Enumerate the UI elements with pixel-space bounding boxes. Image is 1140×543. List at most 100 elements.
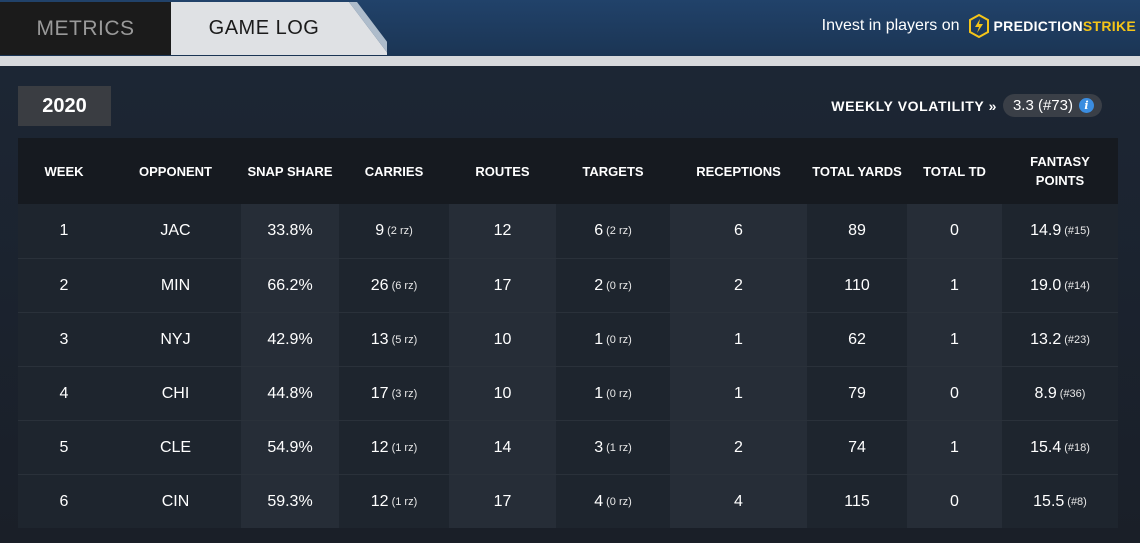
tab-game-log[interactable]: GAME LOG: [171, 2, 387, 55]
cell-fantasy-points-detail: (#15): [1064, 225, 1090, 237]
cell-snap-share-value: 33.8%: [267, 222, 313, 239]
cell-routes-value: 17: [493, 276, 512, 294]
cell-carries-value: 12: [370, 438, 389, 456]
cell-total-yards-value: 79: [848, 384, 866, 402]
cell-targets-detail: (2 rz): [606, 225, 632, 237]
info-icon[interactable]: i: [1079, 98, 1094, 113]
cell-carries-detail: (5 rz): [391, 333, 418, 346]
cell-week: 4: [18, 367, 110, 420]
cell-carries: 26 (6 rz): [339, 259, 449, 312]
cell-total-yards: 74: [807, 421, 907, 474]
table-row: 2 MIN 66.2% 26 (6 rz) 17 2 (0 rz) 2 110 1 19.0 (#14): [18, 258, 1118, 312]
cell-targets: 1 (0 rz): [556, 367, 670, 420]
cell-routes-value: 10: [493, 384, 512, 402]
cell-opponent-value: MIN: [160, 276, 191, 294]
cell-receptions: 6: [670, 204, 807, 258]
cell-receptions: 4: [670, 475, 807, 528]
cell-fantasy-points-value: 15.4: [1030, 438, 1062, 456]
promo-banner[interactable]: Invest in players on PREDICTION STRIKE: [822, 13, 1136, 39]
cell-snap-share: 54.9%: [241, 421, 339, 474]
header-targets: TARGETS: [582, 163, 644, 179]
cell-routes-value: 14: [493, 438, 512, 456]
cell-total-td-value: 0: [950, 384, 959, 402]
cell-carries-value: 26: [370, 276, 389, 294]
cell-routes-value: 12: [493, 222, 512, 239]
table-row: 5 CLE 54.9% 12 (1 rz) 14 3 (1 rz) 2 74 1 15.4 (#18): [18, 420, 1118, 474]
cell-week-value: 6: [59, 492, 69, 510]
cell-routes: 17: [449, 259, 556, 312]
cell-opponent: MIN: [110, 259, 241, 312]
brand-strike: STRIKE: [1082, 18, 1136, 34]
cell-total-yards: 89: [807, 204, 907, 258]
cell-total-td-value: 1: [950, 276, 959, 294]
cell-carries: 9 (2 rz): [339, 204, 449, 258]
cell-carries-value: 9: [375, 222, 385, 239]
cell-carries-detail: (1 rz): [391, 495, 418, 508]
cell-targets-value: 6: [594, 222, 604, 239]
cell-carries-value: 12: [370, 492, 389, 510]
cell-snap-share: 59.3%: [241, 475, 339, 528]
table-row: 3 NYJ 42.9% 13 (5 rz) 10 1 (0 rz) 1 62 1 13.2 (#23): [18, 312, 1118, 366]
header-snap-share: SNAP SHARE: [247, 163, 333, 179]
cell-total-yards: 62: [807, 313, 907, 366]
cell-fantasy-points-detail: (#18): [1064, 441, 1090, 454]
header-total-td: TOTAL TD: [923, 163, 986, 179]
cell-routes: 17: [449, 475, 556, 528]
cell-total-td: 0: [907, 475, 1002, 528]
cell-carries: 12 (1 rz): [339, 475, 449, 528]
season-year: 2020: [18, 86, 111, 126]
cell-receptions: 1: [670, 367, 807, 420]
cell-total-td-value: 0: [950, 222, 959, 239]
top-nav-bar: METRICS GAME LOG Invest in players on PR…: [0, 0, 1140, 56]
weekly-volatility: WEEKLY VOLATILITY » 3.3 (#73) i: [831, 94, 1102, 117]
cell-snap-share-value: 42.9%: [267, 330, 313, 348]
game-log-panel: 2020 WEEKLY VOLATILITY » 3.3 (#73) i WEE…: [0, 66, 1140, 543]
cell-fantasy-points-detail: (#23): [1064, 333, 1090, 346]
cell-routes: 10: [449, 367, 556, 420]
cell-fantasy-points-value: 15.5: [1033, 492, 1065, 510]
cell-total-yards-value: 62: [848, 330, 866, 348]
tab-metrics[interactable]: METRICS: [0, 2, 171, 55]
cell-receptions-value: 2: [734, 438, 743, 456]
cell-total-yards: 115: [807, 475, 907, 528]
cell-opponent-value: CIN: [161, 492, 190, 510]
cell-week-value: 2: [59, 276, 69, 294]
cell-snap-share-value: 54.9%: [267, 438, 313, 456]
table-row: 6 CIN 59.3% 12 (1 rz) 17 4 (0 rz) 4 115 0 15.5 (#8): [18, 474, 1118, 528]
cell-opponent: JAC: [110, 204, 241, 258]
cell-targets-value: 1: [594, 384, 604, 402]
cell-snap-share-value: 66.2%: [267, 276, 313, 294]
table-row: 4 CHI 44.8% 17 (3 rz) 10 1 (0 rz) 1 79 0 8.9 (#36): [18, 366, 1118, 420]
cell-total-td-value: 1: [950, 438, 959, 456]
predictionstrike-logo[interactable]: PREDICTION STRIKE: [968, 14, 1136, 38]
cell-total-td: 0: [907, 204, 1002, 258]
cell-fantasy-points-value: 19.0: [1030, 276, 1062, 294]
cell-targets-detail: (0 rz): [606, 495, 632, 508]
cell-snap-share-value: 59.3%: [267, 492, 313, 510]
cell-receptions: 1: [670, 313, 807, 366]
promo-text: Invest in players on: [821, 17, 960, 34]
cell-week-value: 1: [59, 222, 69, 239]
table-row: 1 JAC 33.8% 9 (2 rz) 12 6 (2 rz) 6 89 0 14.9 (#15): [18, 204, 1118, 258]
cell-receptions-value: 4: [734, 492, 743, 510]
cell-fantasy-points: 13.2 (#23): [1002, 313, 1118, 366]
cell-carries-detail: (2 rz): [387, 225, 413, 237]
cell-carries-detail: (6 rz): [391, 279, 418, 292]
cell-total-td: 1: [907, 259, 1002, 312]
cell-fantasy-points: 19.0 (#14): [1002, 259, 1118, 312]
cell-snap-share: 42.9%: [241, 313, 339, 366]
header-opponent: OPPONENT: [139, 163, 212, 179]
cell-opponent-value: CHI: [161, 384, 190, 402]
cell-targets: 6 (2 rz): [556, 204, 670, 258]
cell-week: 5: [18, 421, 110, 474]
cell-fantasy-points: 8.9 (#36): [1002, 367, 1118, 420]
cell-total-yards: 110: [807, 259, 907, 312]
cell-fantasy-points-value: 13.2: [1030, 330, 1062, 348]
cell-total-td: 1: [907, 421, 1002, 474]
cell-routes-value: 10: [493, 330, 512, 348]
table-header: WEEK OPPONENT SNAP SHARE CARRIES ROUTES …: [18, 138, 1118, 204]
cell-receptions: 2: [670, 259, 807, 312]
cell-total-yards-value: 89: [848, 222, 866, 239]
cell-snap-share-value: 44.8%: [267, 384, 313, 402]
header-receptions: RECEPTIONS: [696, 163, 781, 179]
